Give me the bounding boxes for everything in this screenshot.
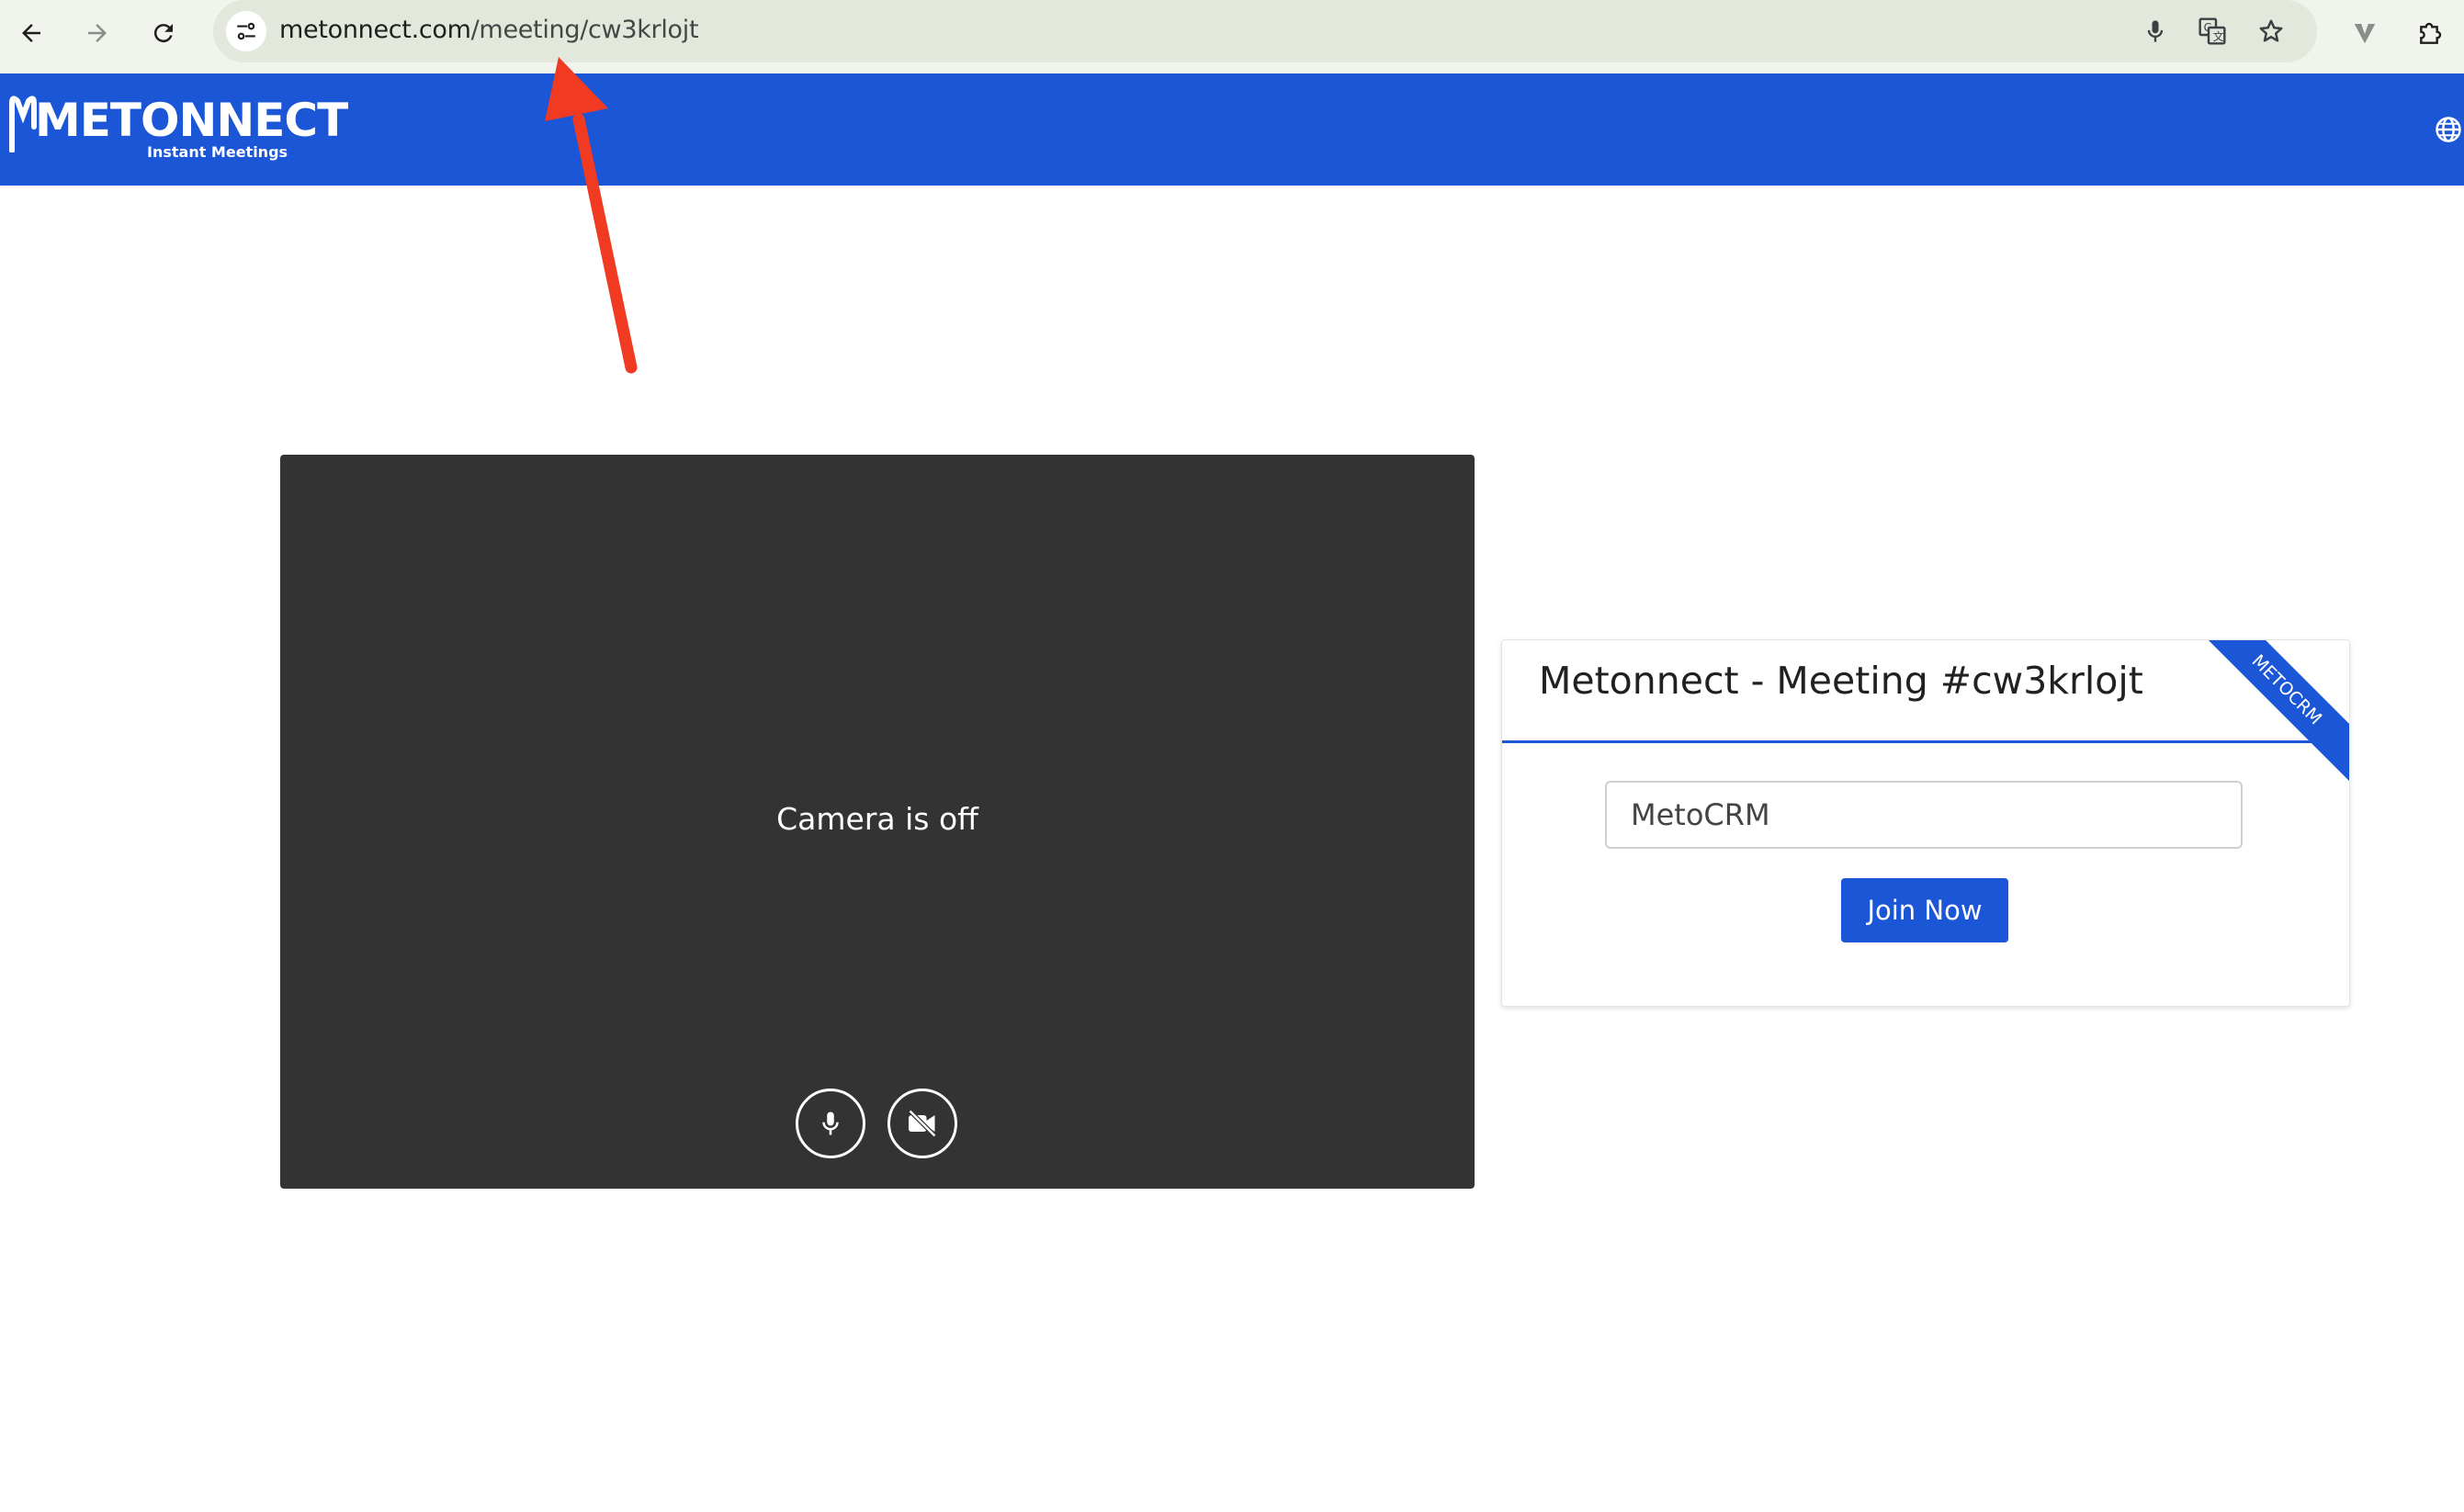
browser-toolbar: metonnect.com/meeting/cw3krlojt G文 bbox=[0, 0, 2464, 73]
address-bar[interactable]: metonnect.com/meeting/cw3krlojt G文 bbox=[213, 0, 2317, 62]
forward-arrow-icon bbox=[88, 24, 107, 42]
voice-search-button[interactable] bbox=[2137, 13, 2174, 50]
meeting-title: Metonnect - Meeting #cw3krlojt bbox=[1539, 659, 2143, 703]
microphone-toggle-button[interactable] bbox=[796, 1089, 865, 1158]
back-button[interactable] bbox=[11, 13, 51, 53]
logo-subtitle: Instant Meetings bbox=[147, 143, 288, 161]
camera-status-text: Camera is off bbox=[776, 801, 978, 837]
logo-title: METONNECT bbox=[35, 94, 348, 147]
metonnect-logo[interactable]: METONNECT Instant Meetings bbox=[7, 92, 348, 171]
reload-button[interactable] bbox=[143, 13, 184, 53]
url-text[interactable]: metonnect.com/meeting/cw3krlojt bbox=[279, 16, 699, 44]
extensions-menu-button[interactable] bbox=[2411, 13, 2451, 53]
extension-button[interactable] bbox=[2345, 13, 2385, 53]
join-meeting-card: Metonnect - Meeting #cw3krlojt METOCRM J… bbox=[1501, 639, 2350, 1007]
translate-button[interactable]: G文 bbox=[2194, 13, 2231, 50]
translate-icon: G文 bbox=[2198, 17, 2226, 45]
bookmark-button[interactable] bbox=[2253, 13, 2289, 50]
reload-icon bbox=[153, 24, 173, 43]
microphone-icon bbox=[822, 1111, 839, 1135]
join-now-button[interactable]: Join Now bbox=[1841, 878, 2008, 942]
v-extension-icon bbox=[2354, 24, 2376, 44]
globe-icon bbox=[2436, 117, 2461, 142]
star-icon bbox=[2259, 19, 2283, 42]
display-name-input[interactable] bbox=[1605, 781, 2243, 849]
puzzle-icon bbox=[2420, 22, 2442, 44]
app-header: METONNECT Instant Meetings bbox=[0, 73, 2464, 186]
svg-text:文: 文 bbox=[2213, 29, 2224, 43]
corner-ribbon: METOCRM bbox=[2187, 640, 2349, 789]
annotation-arrow-icon bbox=[545, 57, 638, 374]
camera-toggle-button[interactable] bbox=[887, 1089, 957, 1158]
video-preview: Camera is off bbox=[280, 455, 1475, 1189]
url-domain: metonnect.com bbox=[279, 16, 471, 44]
site-info-button[interactable] bbox=[226, 11, 266, 51]
back-arrow-icon bbox=[22, 24, 40, 42]
language-button[interactable] bbox=[2433, 114, 2464, 145]
card-divider bbox=[1502, 740, 2349, 743]
microphone-icon bbox=[2147, 20, 2164, 42]
logo-m-mark-icon bbox=[9, 96, 37, 152]
url-path: /meeting/cw3krlojt bbox=[470, 16, 699, 44]
forward-button[interactable] bbox=[77, 13, 118, 53]
tune-icon bbox=[237, 22, 255, 40]
video-off-icon bbox=[908, 1109, 937, 1138]
